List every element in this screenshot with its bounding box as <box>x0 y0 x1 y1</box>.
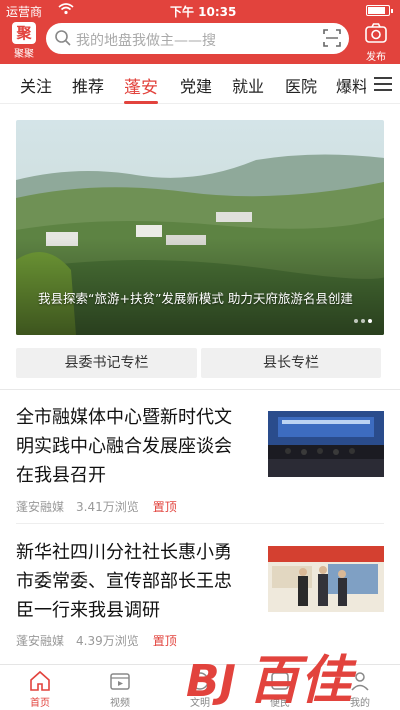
secretary-column-button[interactable]: 县委书记专栏 <box>16 348 197 378</box>
search-bar[interactable]: 我的地盘我做主——搜 <box>46 23 349 54</box>
publish-label: 发布 <box>366 52 386 63</box>
tab-follow[interactable]: 关注 <box>20 73 52 97</box>
news-title: 全市融媒体中心暨新时代文明实践中心融合发展座谈会在我县召开 <box>16 407 232 486</box>
nav-label: 首页 <box>30 698 50 709</box>
status-bar: 运营商 下午 10:35 <box>0 0 400 20</box>
tab-label: 党建 <box>180 77 213 96</box>
search-icon <box>55 30 71 46</box>
news-meta: 蓬安融媒 4.39万浏览 置顶 <box>16 632 177 649</box>
tab-hospital[interactable]: 医院 <box>285 73 317 97</box>
news-views: 4.39万浏览 <box>76 634 139 648</box>
app-logo-button[interactable]: 聚 聚聚 <box>8 20 40 60</box>
publish-button[interactable]: 发布 <box>358 20 394 63</box>
tab-label: 推荐 <box>72 77 105 96</box>
tab-party[interactable]: 党建 <box>180 73 212 97</box>
tab-jobs[interactable]: 就业 <box>232 73 264 97</box>
news-source: 蓬安融媒 <box>16 500 65 514</box>
watermark-logo: BJ 百佳 <box>186 651 357 710</box>
app-header: 运营商 下午 10:35 聚 聚聚 我的地盘我做主——搜 发布 <box>0 0 400 64</box>
news-title: 新华社四川分社社长惠小勇市委常委、宣传部部长王忠臣一行来我县调研 <box>16 542 232 621</box>
pinned-badge: 置顶 <box>152 634 177 648</box>
scan-icon[interactable] <box>323 29 341 47</box>
search-input[interactable]: 我的地盘我做主——搜 <box>76 30 216 50</box>
tab-label: 就业 <box>232 77 265 96</box>
channel-tabs: 关注 推荐 蓬安 党建 就业 医院 爆料 <box>0 64 400 104</box>
status-time: 下午 10:35 <box>170 5 237 19</box>
nav-label: 视频 <box>110 698 130 709</box>
menu-icon[interactable] <box>372 76 394 92</box>
pinned-badge: 置顶 <box>152 500 177 514</box>
carousel-indicator <box>351 308 372 327</box>
home-icon <box>30 670 50 691</box>
news-views: 3.41万浏览 <box>76 500 139 514</box>
carousel-dot <box>354 319 358 323</box>
divider <box>0 389 400 390</box>
tab-pengan[interactable]: 蓬安 <box>124 73 158 104</box>
news-source: 蓬安融媒 <box>16 634 65 648</box>
hero-banner[interactable]: 我县探索“旅游+扶贫”发展新模式 助力天府旅游名县创建 <box>16 120 384 335</box>
carousel-dot <box>361 319 365 323</box>
watermark-text: 百佳 <box>248 651 357 710</box>
nav-video[interactable]: 视频 <box>90 670 150 709</box>
tab-label: 蓬安 <box>124 78 158 98</box>
nav-home[interactable]: 首页 <box>10 670 70 709</box>
news-thumbnail <box>268 546 384 612</box>
video-icon <box>110 673 130 690</box>
battery-icon <box>366 5 393 16</box>
wifi-icon <box>58 3 74 15</box>
tab-recommend[interactable]: 推荐 <box>72 73 104 97</box>
hero-caption: 我县探索“旅游+扶贫”发展新模式 助力天府旅游名县创建 <box>38 291 353 306</box>
mayor-column-button[interactable]: 县长专栏 <box>201 348 381 378</box>
tab-label: 爆料 <box>336 77 366 96</box>
carousel-dot-active <box>368 319 372 323</box>
news-thumbnail <box>268 411 384 477</box>
divider <box>16 523 384 524</box>
carrier-label: 运营商 <box>6 5 43 19</box>
logo-icon: 聚 <box>12 22 36 44</box>
tab-report[interactable]: 爆料 <box>336 73 366 97</box>
news-item[interactable]: 全市融媒体中心暨新时代文明实践中心融合发展座谈会在我县召开 蓬安融媒 3.41万浏… <box>16 403 384 523</box>
tab-label: 关注 <box>20 77 53 96</box>
news-meta: 蓬安融媒 3.41万浏览 置顶 <box>16 498 177 515</box>
logo-label: 聚聚 <box>14 49 34 60</box>
watermark-mark: BJ <box>186 656 236 707</box>
tab-label: 医院 <box>285 77 318 96</box>
camera-icon <box>365 23 387 43</box>
